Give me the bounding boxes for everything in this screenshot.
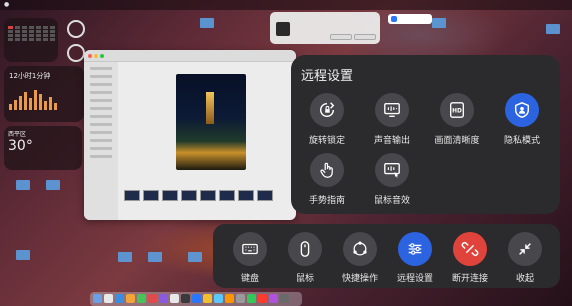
hand-gesture-icon[interactable] xyxy=(310,153,344,187)
disconnect-icon[interactable] xyxy=(453,232,487,266)
battery-ring-icon xyxy=(67,20,85,38)
download-notification[interactable] xyxy=(270,12,380,44)
notification-action-button[interactable] xyxy=(330,34,352,40)
weather-city: 西平区 xyxy=(8,131,27,138)
screen-time-label: 12小时1分钟 xyxy=(9,72,51,80)
hd-icon[interactable]: HD xyxy=(440,93,474,127)
folder-icon xyxy=(432,18,446,28)
rotation-lock-icon[interactable] xyxy=(310,93,344,127)
panel-title: 远程设置 xyxy=(301,69,354,84)
folder-icon xyxy=(46,180,60,190)
option-label: 画面清晰度 xyxy=(434,136,480,146)
finder-sidebar xyxy=(84,62,118,220)
mouse-button[interactable]: 鼠标 xyxy=(278,232,332,284)
remote-menu-bar: ● xyxy=(0,0,572,10)
calendar-widget xyxy=(4,18,58,62)
toolbar-label: 远程设置 xyxy=(396,274,433,284)
window-controls[interactable] xyxy=(88,54,104,58)
folder-icon xyxy=(16,180,30,190)
quick-actions-button[interactable]: 快捷操作 xyxy=(333,232,387,284)
mac-dock[interactable] xyxy=(90,292,302,306)
folder-icon xyxy=(148,252,162,262)
collapse-icon[interactable] xyxy=(508,232,542,266)
toolbar-label: 断开连接 xyxy=(451,274,488,284)
option-label: 隐私模式 xyxy=(503,136,540,146)
weather-temperature: 30° xyxy=(8,138,33,154)
option-picture-quality[interactable]: HD 画面清晰度 xyxy=(422,93,492,146)
screen-time-widget: 12小时1分钟 xyxy=(4,66,84,122)
photo-viewer-window[interactable] xyxy=(84,50,296,220)
sliders-icon[interactable] xyxy=(398,232,432,266)
toolbar-label: 鼠标 xyxy=(295,274,314,284)
minimize-icon[interactable] xyxy=(94,54,98,58)
option-gesture-guide[interactable]: 手势指南 xyxy=(292,153,362,206)
window-title-bar[interactable] xyxy=(84,50,296,62)
option-rotation-lock[interactable]: 旋转锁定 xyxy=(292,93,362,146)
thumbnail-strip[interactable] xyxy=(124,190,273,201)
remote-control-toolbar: 键盘 鼠标 快捷操作 远程设置 断开连接 收起 xyxy=(213,224,560,288)
upload-badge[interactable] xyxy=(388,14,432,24)
folder-icon xyxy=(188,252,202,262)
option-label: 声音输出 xyxy=(373,136,410,146)
option-label: 鼠标音效 xyxy=(373,196,410,206)
collapse-button[interactable]: 收起 xyxy=(498,232,552,284)
toolbar-label: 键盘 xyxy=(240,274,259,284)
keyboard-icon[interactable] xyxy=(233,232,267,266)
mouse-sound-icon[interactable] xyxy=(375,153,409,187)
audio-output-icon[interactable] xyxy=(375,93,409,127)
airpods-ring-icon xyxy=(67,44,85,62)
usage-bars xyxy=(9,88,57,110)
folder-icon xyxy=(546,24,560,34)
keyboard-button[interactable]: 键盘 xyxy=(223,232,277,284)
remote-settings-button[interactable]: 远程设置 xyxy=(388,232,442,284)
close-icon[interactable] xyxy=(88,54,92,58)
folder-icon xyxy=(200,18,214,28)
toolbar-label: 快捷操作 xyxy=(341,274,378,284)
toolbar-label: 收起 xyxy=(515,274,534,284)
disconnect-button[interactable]: 断开连接 xyxy=(443,232,497,284)
option-mouse-sound[interactable]: 鼠标音效 xyxy=(357,153,427,206)
option-label: 手势指南 xyxy=(308,196,345,206)
quick-actions-icon[interactable] xyxy=(343,232,377,266)
option-privacy-mode[interactable]: 隐私模式 xyxy=(487,93,557,146)
apple-icon: ● xyxy=(4,1,10,8)
calendar-grid xyxy=(8,26,56,41)
file-thumbnail xyxy=(276,22,290,36)
weather-widget: 西平区 30° xyxy=(4,126,82,170)
svg-text:HD: HD xyxy=(452,109,462,115)
zoom-icon[interactable] xyxy=(100,54,104,58)
privacy-shield-icon[interactable] xyxy=(505,93,539,127)
notification-action-button[interactable] xyxy=(354,34,376,40)
folder-icon xyxy=(16,250,30,260)
option-audio-output[interactable]: 声音输出 xyxy=(357,93,427,146)
pagoda-silhouette xyxy=(206,92,214,124)
mouse-icon[interactable] xyxy=(288,232,322,266)
remote-settings-panel: 远程设置 旋转锁定 声音输出 HD 画面清晰度 隐私模式 手势指南 鼠标音效 xyxy=(291,55,560,214)
folder-icon xyxy=(118,252,132,262)
remote-desktop-view: ● 12小时1分钟 西平区 30° 远程设置 旋转锁定 声音输出 HD 画面清晰… xyxy=(0,0,572,306)
option-label: 旋转锁定 xyxy=(308,136,345,146)
